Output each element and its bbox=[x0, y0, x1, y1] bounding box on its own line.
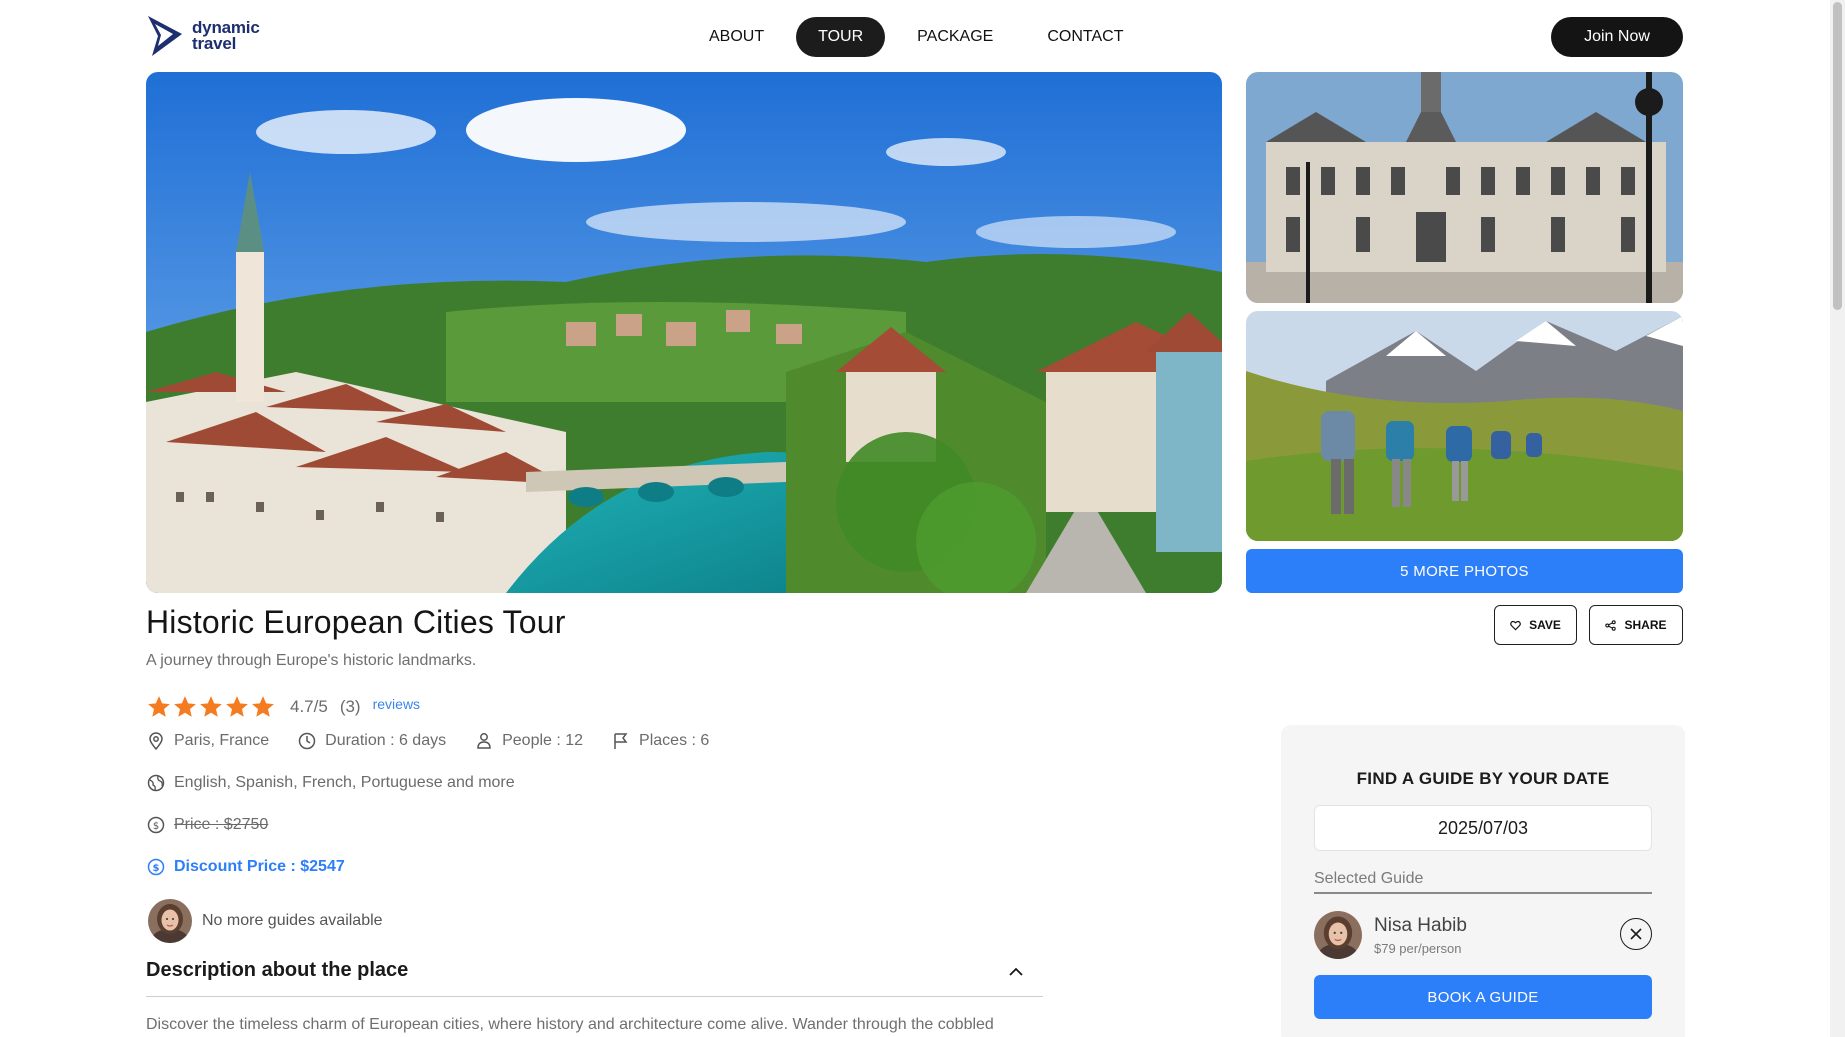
river-town-image bbox=[146, 72, 1222, 593]
find-guide-panel: FIND A GUIDE BY YOUR DATE 2025/07/03 Sel… bbox=[1281, 725, 1685, 1037]
guide-price: $79 per/person bbox=[1374, 940, 1462, 956]
description-heading: Description about the place bbox=[146, 959, 409, 981]
rating-row: 4.7/5 (3) reviews bbox=[146, 694, 420, 720]
logo-mark-icon bbox=[148, 16, 182, 56]
guide-portrait-image bbox=[1314, 911, 1362, 959]
languages-text: English, Spanish, French, Portuguese and… bbox=[174, 774, 515, 791]
svg-text:$: $ bbox=[153, 821, 159, 832]
nav-about[interactable]: ABOUT bbox=[687, 17, 786, 57]
share-button[interactable]: SHARE bbox=[1589, 605, 1683, 645]
tour-subtitle: A journey through Europe's historic land… bbox=[146, 652, 477, 669]
duration-info: Duration : 6 days bbox=[297, 731, 446, 751]
description-accordion-header[interactable]: Description about the place bbox=[146, 959, 1043, 997]
svg-text:$: $ bbox=[153, 863, 160, 874]
reviews-link[interactable]: reviews bbox=[373, 696, 420, 712]
description-text: Discover the timeless charm of European … bbox=[146, 1016, 994, 1033]
guide-name: Nisa Habib bbox=[1374, 914, 1467, 936]
star-icon bbox=[174, 696, 196, 717]
star-icon bbox=[252, 696, 274, 717]
price-row: $ Price : $2750 bbox=[146, 815, 268, 835]
star-icon bbox=[200, 696, 222, 717]
guide-portrait-image bbox=[148, 899, 192, 943]
location-info: Paris, France bbox=[146, 731, 269, 751]
languages-row: English, Spanish, French, Portuguese and… bbox=[146, 773, 515, 793]
main-nav: ABOUT TOUR PACKAGE CONTACT bbox=[687, 17, 1145, 57]
city-hall-image bbox=[1246, 72, 1683, 303]
more-photos-button[interactable]: 5 MORE PHOTOS bbox=[1246, 549, 1683, 593]
dollar-icon: $ bbox=[147, 816, 165, 834]
selected-guide-card: Nisa Habib $79 per/person bbox=[1314, 910, 1652, 960]
original-price: Price : $2750 bbox=[174, 816, 269, 833]
remove-guide-button[interactable] bbox=[1620, 918, 1652, 950]
brand-wordmark: dynamic travel bbox=[192, 19, 260, 53]
flag-icon bbox=[614, 733, 628, 749]
date-input[interactable]: 2025/07/03 bbox=[1314, 805, 1652, 851]
selected-guide-avatar bbox=[1314, 911, 1362, 959]
page-scrollbar[interactable] bbox=[1830, 0, 1845, 1037]
main-tour-photo[interactable] bbox=[146, 72, 1222, 593]
nav-package[interactable]: PACKAGE bbox=[895, 17, 1015, 57]
guides-status-text: No more guides available bbox=[202, 912, 383, 929]
selected-guide-label: Selected Guide bbox=[1314, 870, 1652, 894]
people-text: People : 12 bbox=[502, 732, 584, 749]
clock-icon bbox=[298, 732, 316, 750]
heart-icon bbox=[1510, 620, 1521, 630]
duration-text: Duration : 6 days bbox=[325, 732, 447, 749]
mountain-hikers-image bbox=[1246, 311, 1683, 541]
close-icon bbox=[1630, 928, 1642, 940]
brand-logo[interactable]: dynamic travel bbox=[146, 14, 260, 58]
find-guide-title: FIND A GUIDE BY YOUR DATE bbox=[1356, 769, 1610, 788]
join-now-button[interactable]: Join Now bbox=[1551, 17, 1683, 57]
person-icon bbox=[477, 733, 491, 749]
brand-line-2: travel bbox=[192, 34, 237, 53]
people-info: People : 12 bbox=[474, 731, 583, 751]
save-label: SAVE bbox=[1529, 618, 1561, 632]
places-text: Places : 6 bbox=[639, 732, 710, 749]
tour-facts-row: Paris, France Duration : 6 days People :… bbox=[146, 731, 737, 751]
palace-photo[interactable] bbox=[1246, 72, 1683, 303]
map-pin-icon bbox=[149, 732, 163, 751]
chevron-up-icon[interactable] bbox=[1007, 963, 1025, 981]
nav-contact[interactable]: CONTACT bbox=[1025, 17, 1145, 57]
selected-guide-meta: Nisa Habib $79 per/person bbox=[1374, 915, 1467, 956]
hikers-photo[interactable] bbox=[1246, 311, 1683, 541]
dollar-icon: $ bbox=[147, 858, 165, 876]
book-guide-button[interactable]: BOOK A GUIDE bbox=[1314, 975, 1652, 1019]
guides-availability: No more guides available bbox=[148, 899, 383, 943]
save-button[interactable]: SAVE bbox=[1494, 605, 1577, 645]
globe-icon bbox=[147, 774, 165, 792]
share-icon bbox=[1605, 619, 1617, 631]
rating-value: 4.7/5 bbox=[290, 697, 328, 716]
guide-avatar bbox=[148, 899, 192, 943]
tour-title: Historic European Cities Tour bbox=[146, 604, 566, 640]
star-icon bbox=[148, 696, 170, 717]
star-icon bbox=[226, 696, 248, 717]
nav-tour[interactable]: TOUR bbox=[796, 17, 886, 57]
places-info: Places : 6 bbox=[611, 731, 709, 751]
share-label: SHARE bbox=[1624, 618, 1667, 632]
discount-price-row: $ Discount Price : $2547 bbox=[146, 857, 345, 877]
scrollbar-thumb[interactable] bbox=[1833, 2, 1842, 310]
discount-price: Discount Price : $2547 bbox=[174, 858, 345, 875]
location-text: Paris, France bbox=[174, 732, 270, 749]
rating-count: (3) bbox=[339, 697, 361, 716]
